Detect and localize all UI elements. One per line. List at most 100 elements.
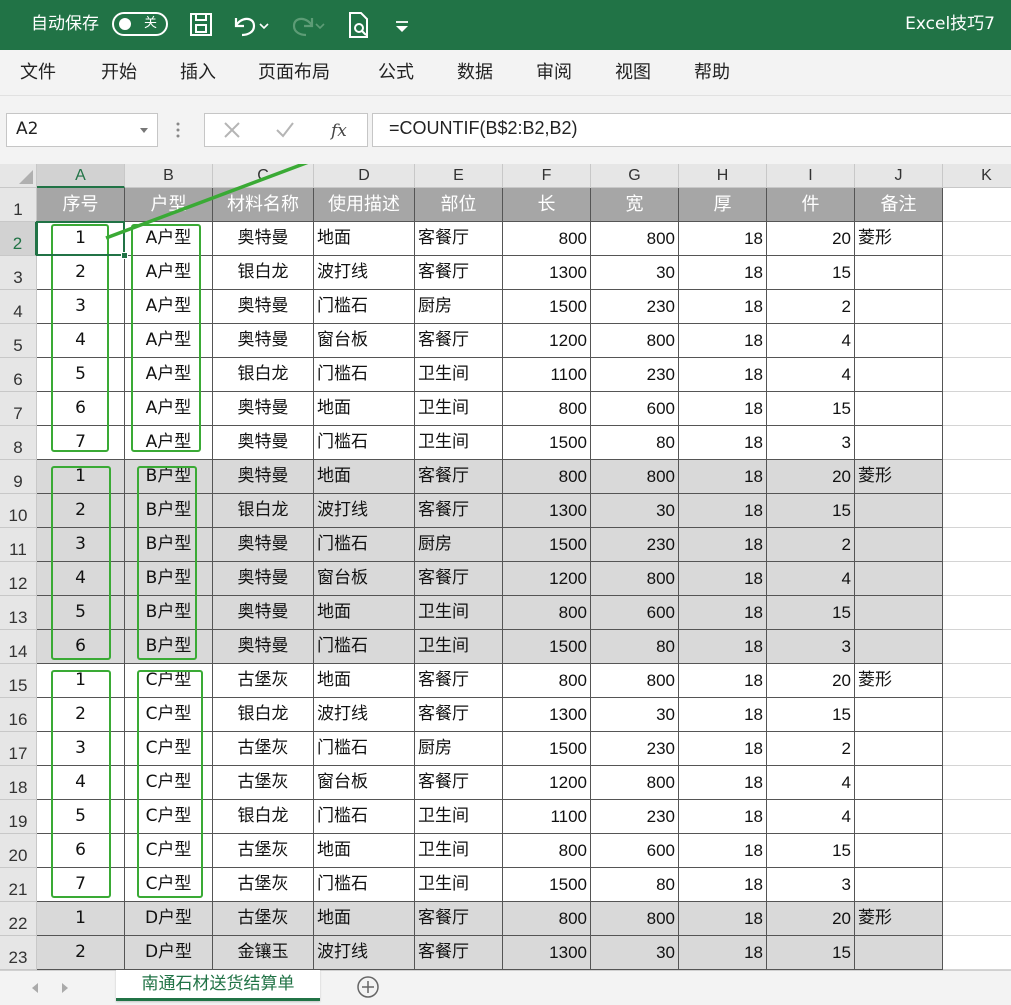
table-cell[interactable]: 800	[591, 766, 679, 800]
table-cell[interactable]: 18	[679, 460, 767, 494]
table-cell[interactable]: 1500	[503, 426, 591, 460]
table-cell[interactable]: 窗台板	[314, 324, 415, 358]
redo-icon[interactable]	[286, 10, 326, 40]
table-cell[interactable]: 银白龙	[213, 800, 314, 834]
print-preview-icon[interactable]	[344, 10, 374, 40]
table-cell[interactable]: 菱形	[855, 902, 943, 936]
table-cell[interactable]: 230	[591, 290, 679, 324]
table-cell[interactable]: C户型	[125, 732, 213, 766]
row-header-16[interactable]: 16	[0, 698, 37, 732]
table-cell[interactable]: 4	[37, 766, 125, 800]
table-cell[interactable]: 15	[767, 698, 855, 732]
table-cell[interactable]	[855, 766, 943, 800]
table-cell[interactable]: 18	[679, 324, 767, 358]
table-cell[interactable]: 波打线	[314, 494, 415, 528]
table-cell[interactable]: 4	[767, 358, 855, 392]
table-cell[interactable]: 18	[679, 358, 767, 392]
table-cell[interactable]: 卫生间	[415, 392, 503, 426]
table-cell[interactable]: 古堡灰	[213, 664, 314, 698]
table-cell[interactable]: 地面	[314, 834, 415, 868]
table-cell[interactable]	[943, 222, 1011, 256]
table-cell[interactable]	[943, 188, 1011, 222]
table-cell[interactable]	[943, 358, 1011, 392]
column-header-j[interactable]: J	[855, 164, 943, 188]
table-cell[interactable]	[855, 800, 943, 834]
table-cell[interactable]: 卫生间	[415, 800, 503, 834]
table-cell[interactable]: 2	[37, 494, 125, 528]
table-header-cell[interactable]: 序号	[37, 188, 125, 222]
table-cell[interactable]: 800	[591, 460, 679, 494]
column-header-i[interactable]: I	[767, 164, 855, 188]
table-cell[interactable]: A户型	[125, 392, 213, 426]
table-cell[interactable]: 古堡灰	[213, 834, 314, 868]
table-cell[interactable]	[855, 698, 943, 732]
table-cell[interactable]: 18	[679, 732, 767, 766]
table-cell[interactable]: 4	[767, 800, 855, 834]
table-cell[interactable]: 18	[679, 256, 767, 290]
row-header-21[interactable]: 21	[0, 868, 37, 902]
table-cell[interactable]: 奥特曼	[213, 460, 314, 494]
table-cell[interactable]: 800	[503, 664, 591, 698]
table-cell[interactable]: 1300	[503, 698, 591, 732]
table-cell[interactable]: 卫生间	[415, 358, 503, 392]
table-cell[interactable]: 4	[767, 766, 855, 800]
table-cell[interactable]: 1500	[503, 630, 591, 664]
table-cell[interactable]: 门槛石	[314, 630, 415, 664]
chevron-down-icon[interactable]	[140, 128, 148, 133]
table-cell[interactable]: 菱形	[855, 460, 943, 494]
table-cell[interactable]: 菱形	[855, 222, 943, 256]
table-cell[interactable]: 卫生间	[415, 426, 503, 460]
row-header-18[interactable]: 18	[0, 766, 37, 800]
table-cell[interactable]: 2	[37, 256, 125, 290]
table-cell[interactable]: 18	[679, 562, 767, 596]
table-cell[interactable]: 古堡灰	[213, 902, 314, 936]
table-cell[interactable]	[943, 936, 1011, 970]
table-cell[interactable]: 客餐厅	[415, 664, 503, 698]
table-cell[interactable]	[943, 426, 1011, 460]
table-cell[interactable]: 4	[767, 324, 855, 358]
table-cell[interactable]	[943, 834, 1011, 868]
table-cell[interactable]: 菱形	[855, 664, 943, 698]
undo-icon[interactable]	[230, 10, 270, 40]
scroll-right-icon[interactable]	[62, 983, 68, 993]
table-cell[interactable]	[855, 732, 943, 766]
column-header-e[interactable]: E	[415, 164, 503, 188]
table-cell[interactable]: 门槛石	[314, 800, 415, 834]
table-cell[interactable]: 1	[37, 222, 125, 256]
table-cell[interactable]: 波打线	[314, 698, 415, 732]
table-cell[interactable]: 30	[591, 698, 679, 732]
table-cell[interactable]: 18	[679, 936, 767, 970]
table-cell[interactable]: 客餐厅	[415, 936, 503, 970]
formula-input[interactable]: =COUNTIF(B$2:B2,B2)	[372, 113, 1011, 147]
row-header-11[interactable]: 11	[0, 528, 37, 562]
table-cell[interactable]: B户型	[125, 528, 213, 562]
column-header-b[interactable]: B	[125, 164, 213, 188]
table-cell[interactable]: 800	[503, 902, 591, 936]
table-cell[interactable]: 客餐厅	[415, 902, 503, 936]
table-cell[interactable]: 2	[767, 290, 855, 324]
table-cell[interactable]	[855, 392, 943, 426]
table-cell[interactable]	[855, 528, 943, 562]
scroll-left-icon[interactable]	[32, 983, 38, 993]
tab-insert[interactable]: 插入	[180, 61, 216, 85]
row-header-7[interactable]: 7	[0, 392, 37, 426]
table-cell[interactable]	[943, 324, 1011, 358]
table-cell[interactable]: 800	[503, 460, 591, 494]
table-cell[interactable]: 奥特曼	[213, 222, 314, 256]
table-cell[interactable]: 80	[591, 630, 679, 664]
table-cell[interactable]: 600	[591, 596, 679, 630]
table-cell[interactable]: 600	[591, 392, 679, 426]
row-header-8[interactable]: 8	[0, 426, 37, 460]
table-cell[interactable]: C户型	[125, 834, 213, 868]
table-cell[interactable]: 门槛石	[314, 868, 415, 902]
table-cell[interactable]: C户型	[125, 664, 213, 698]
table-cell[interactable]: 奥特曼	[213, 596, 314, 630]
table-cell[interactable]: 地面	[314, 664, 415, 698]
row-header-3[interactable]: 3	[0, 256, 37, 290]
table-cell[interactable]	[855, 562, 943, 596]
table-header-cell[interactable]: 部位	[415, 188, 503, 222]
table-cell[interactable]: 地面	[314, 460, 415, 494]
customize-toolbar-icon[interactable]	[392, 10, 412, 40]
table-cell[interactable]: A户型	[125, 222, 213, 256]
table-cell[interactable]: 6	[37, 392, 125, 426]
